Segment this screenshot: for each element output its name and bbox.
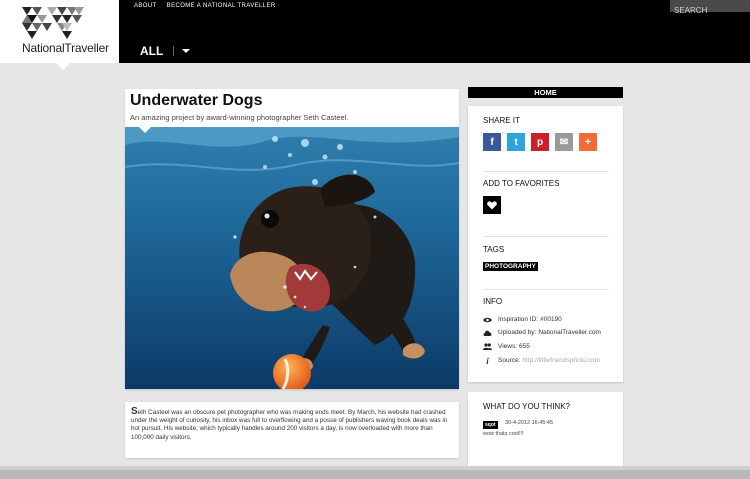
comment-author-badge[interactable]: sqot — [483, 421, 498, 429]
footer-highlight — [0, 466, 750, 470]
source-link[interactable]: http://littlefriendsphoto.com — [522, 357, 600, 364]
top-nav: ABOUT BECOME A NATIONAL TRAVELLER — [134, 3, 276, 9]
pinterest-icon[interactable]: p — [531, 133, 549, 151]
article-card: Underwater Dogs An amazing project by aw… — [125, 89, 459, 389]
heart-icon — [487, 200, 497, 209]
info-value[interactable]: NationalTraveller.com — [538, 329, 601, 336]
search-input[interactable] — [670, 4, 750, 17]
photo-pointer — [139, 127, 151, 133]
add-favorite-button[interactable] — [483, 196, 501, 214]
comments-card: WHAT DO YOU THINK? sqot 30-4-2012 16:45:… — [468, 392, 623, 466]
info-views: Views: 655 — [483, 342, 530, 351]
cloud-upload-icon — [483, 328, 492, 337]
email-icon[interactable]: ✉ — [555, 133, 573, 151]
home-link[interactable]: HOME — [468, 87, 623, 98]
category-filter-label: ALL — [140, 44, 164, 58]
chevron-down-icon[interactable] — [182, 49, 191, 53]
eye-icon — [483, 315, 492, 324]
info-label: Uploaded by: — [498, 329, 537, 336]
article-body: Seth Casteel was an obscure pet photogra… — [131, 406, 453, 442]
info-value: 655 — [519, 343, 530, 350]
twitter-icon[interactable]: t — [507, 133, 525, 151]
sidebar-card: SHARE IT f t p ✉ + ADD TO FAVORITES TAGS… — [468, 106, 623, 382]
logo-mark-icon — [22, 7, 84, 39]
plus-icon[interactable]: + — [579, 133, 597, 151]
search-box — [670, 0, 750, 17]
article-body-text: eth Casteel was an obscure pet photograp… — [131, 409, 448, 441]
users-icon — [483, 342, 492, 351]
divider — [483, 236, 609, 237]
info-label: Source: — [498, 357, 521, 364]
info-label: Inspiration ID: — [498, 316, 539, 323]
divider — [173, 46, 175, 56]
nav-link-about[interactable]: ABOUT — [134, 3, 157, 9]
favorites-heading: ADD TO FAVORITES — [483, 179, 560, 188]
comments-heading: WHAT DO YOU THINK? — [483, 402, 570, 411]
article-photo[interactable] — [125, 127, 459, 389]
comment-timestamp: 30-4-2012 16:45:45 — [505, 420, 554, 426]
logo[interactable]: NationalTraveller — [0, 0, 119, 63]
divider — [483, 171, 609, 172]
divider — [483, 289, 609, 290]
drop-cap: S — [131, 406, 138, 417]
info-uploaded-by: Uploaded by: NationalTraveller.com — [483, 328, 601, 337]
info-label: Views: — [498, 343, 518, 350]
nav-link-become-traveller[interactable]: BECOME A NATIONAL TRAVELLER — [167, 3, 276, 9]
logo-pointer — [56, 63, 70, 70]
info-value: #00190 — [540, 316, 562, 323]
footer-bar — [0, 466, 750, 479]
category-filter[interactable]: ALL — [140, 44, 191, 58]
info-source: i Source: http://littlefriendsphoto.com — [483, 355, 600, 366]
article-subtitle: An amazing project by award-winning phot… — [130, 113, 349, 122]
info-icon: i — [486, 355, 489, 366]
tags-heading: TAGS — [483, 245, 505, 254]
tag-photography[interactable]: PHOTOGRAPHY — [483, 262, 538, 271]
share-buttons: f t p ✉ + — [483, 133, 597, 151]
info-inspiration-id: Inspiration ID: #00190 — [483, 315, 562, 324]
article-title: Underwater Dogs — [130, 92, 263, 109]
article-body-card: Seth Casteel was an obscure pet photogra… — [125, 402, 459, 458]
share-heading: SHARE IT — [483, 116, 520, 125]
info-heading: INFO — [483, 297, 503, 306]
site-header: NationalTraveller ABOUT BECOME A NATIONA… — [0, 0, 750, 70]
facebook-icon[interactable]: f — [483, 133, 501, 151]
logo-text: NationalTraveller — [22, 41, 109, 55]
comment-text: wow thats cool!!! — [483, 431, 524, 437]
